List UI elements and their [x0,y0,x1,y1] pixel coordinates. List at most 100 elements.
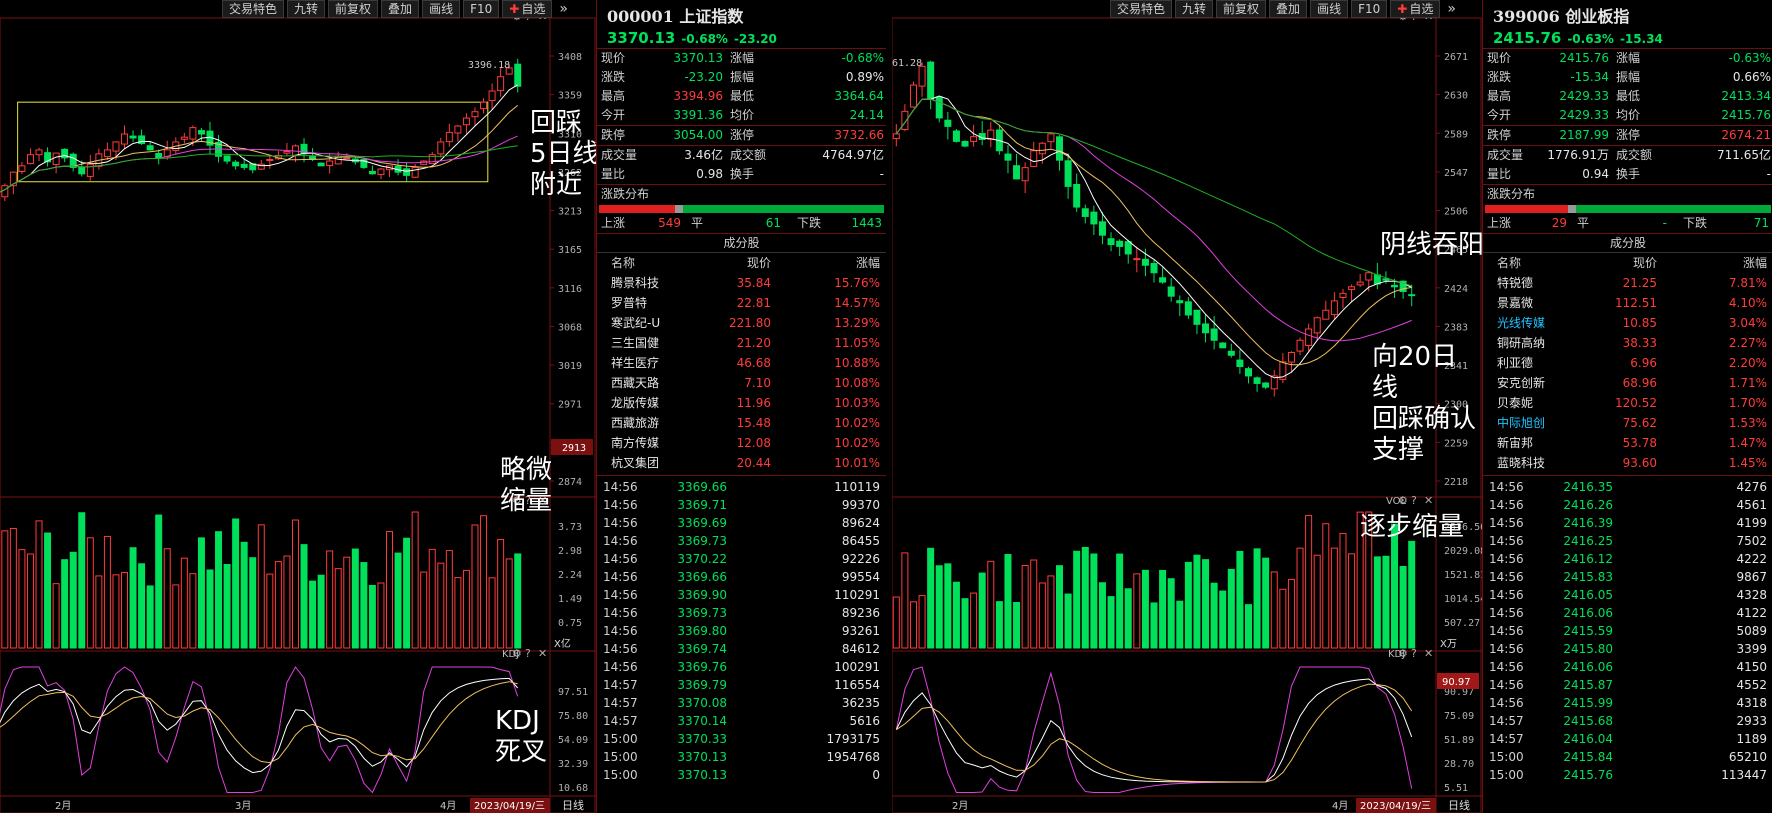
candle-body [1287,351,1295,363]
watchlist-button[interactable]: ✚ 自选 [1390,0,1441,18]
volume-bar [61,559,69,649]
volume-bar [1253,548,1261,649]
left-kline-chart[interactable]: ⚙?✕⚙?✕⚙?✕3408335933103262321331653116306… [0,0,596,813]
stock-name: 景嘉微 [1497,296,1534,310]
toolbar-btn-2[interactable]: 前复权 [328,0,379,18]
index-code: 000001 [607,7,674,26]
table-row[interactable]: 贝泰妮 120.52 1.70% [1483,393,1772,413]
stock-name: 祥生医疗 [611,356,660,370]
list-item: 14:56 3369.66 110119 [597,478,886,496]
candle-body [1408,294,1416,297]
table-row[interactable]: 南方传媒 12.08 10.02% [597,433,886,453]
volume-bar [1047,575,1055,649]
volume-bar [9,527,17,649]
tick-volume: 113447 [1721,768,1767,782]
table-row[interactable]: 铜研高纳 38.33 2.27% [1483,333,1772,353]
table-row[interactable]: 西藏旅游 15.48 10.02% [597,413,886,433]
table-row[interactable]: 杭叉集团 20.44 10.01% [597,453,886,473]
col-name[interactable]: 名称 [597,253,685,273]
volume-bar [918,595,926,649]
tick-time: 14:57 [1489,714,1524,728]
table-row[interactable]: 寒武纪-U 221.80 13.29% [597,313,886,333]
col-price[interactable]: 现价 [685,253,777,273]
close-icon[interactable]: ✕ [1424,647,1433,660]
col-price[interactable]: 现价 [1571,253,1663,273]
toolbar-btn-5[interactable]: F10 [1351,0,1388,18]
volume-bar [386,531,393,649]
candle-body [1133,258,1141,261]
col-name[interactable]: 名称 [1483,253,1571,273]
tick-volume: 4199 [1736,516,1767,530]
toolbar-btn-0[interactable]: 交易特色 [222,0,285,18]
volume-bar [1064,593,1072,649]
table-row[interactable]: 三生国健 21.20 11.05% [597,333,886,353]
table-row[interactable]: 腾景科技 35.84 15.76% [597,273,886,293]
col-change[interactable]: 涨幅 [777,253,886,273]
price-tick-label: 2424 [1444,284,1468,295]
price-tick-label: 3359 [558,91,582,102]
tick-time: 15:00 [603,732,638,746]
toolbar-btn-2[interactable]: 前复权 [1216,0,1267,18]
table-row[interactable]: 祥生医疗 46.68 10.88% [597,353,886,373]
table-row[interactable]: 特锐德 21.25 7.81% [1483,273,1772,293]
stock-name: 杭叉集团 [611,456,660,470]
quote-value: -0.63% [1728,51,1771,65]
close-icon[interactable]: ✕ [538,647,547,660]
table-row[interactable]: 罗普特 22.81 14.57% [597,293,886,313]
watchlist-button[interactable]: ✚ 自选 [502,0,553,18]
candle-body [129,135,137,139]
stock-change: 1.47% [1728,436,1767,450]
tick-time: 15:00 [1489,750,1524,764]
candle-body [317,162,325,167]
table-row[interactable]: 西藏天路 7.10 10.08% [597,373,886,393]
tick-time: 14:56 [603,642,638,656]
tick-volume: 116554 [834,678,880,692]
toolbar-btn-5[interactable]: F10 [463,0,500,18]
quote-value: 2429.33 [1559,108,1609,122]
volume-bar [274,561,282,649]
toolbar-btn-3[interactable]: 叠加 [1269,0,1308,18]
period-label[interactable]: 日线 [562,798,584,812]
table-row[interactable]: 安克创新 68.96 1.71% [1483,373,1772,393]
double-chevron-right-icon[interactable]: » [1443,1,1460,17]
volume-bar [86,537,94,649]
table-row[interactable]: 景嘉微 112.51 4.10% [1483,293,1772,313]
tick-time: 14:57 [603,714,638,728]
table-row[interactable]: 龙版传媒 11.96 10.03% [597,393,886,413]
table-row[interactable]: 蓝晓科技 93.60 1.45% [1483,453,1772,473]
toolbar-btn-1[interactable]: 九转 [1175,0,1214,18]
close-icon[interactable]: ✕ [1424,494,1433,507]
double-chevron-right-icon[interactable]: » [555,1,572,17]
right-tick-list[interactable]: 14:56 2416.35 4276 14:56 2416.26 4561 14… [1483,475,1772,784]
toolbar-btn-4[interactable]: 画线 [422,0,461,18]
period-label[interactable]: 日线 [1448,798,1470,812]
volume-bar [978,572,986,649]
stock-price: 221.80 [729,316,771,330]
volume-bar [240,541,248,649]
help-icon[interactable]: ? [1411,647,1417,660]
stock-name: 寒武纪-U [611,316,661,330]
index-name: 上证指数 [679,7,744,26]
price-tick-label: 2506 [1444,207,1468,218]
stock-change: 1.45% [1728,456,1767,470]
col-change[interactable]: 涨幅 [1663,253,1772,273]
table-row[interactable]: 光线传媒 10.85 3.04% [1483,313,1772,333]
toolbar-btn-0[interactable]: 交易特色 [1110,0,1173,18]
list-item: 15:00 2415.76 113447 [1483,766,1772,784]
toolbar-btn-4[interactable]: 画线 [1310,0,1349,18]
toolbar-btn-1[interactable]: 九转 [287,0,326,18]
table-row[interactable]: 新宙邦 53.78 1.47% [1483,433,1772,453]
list-item: 14:56 3369.74 84612 [597,640,886,658]
left-tick-list[interactable]: 14:56 3369.66 110119 14:56 3369.71 99370… [597,475,886,784]
tick-price: 3370.08 [677,696,727,710]
volume-bar [1081,546,1089,649]
candle-body [952,130,960,142]
tick-volume: 1793175 [826,732,880,746]
watch-label: 自选 [1409,2,1434,16]
help-icon[interactable]: ? [1411,494,1417,507]
help-icon[interactable]: ? [525,647,531,660]
volume-bar [1287,578,1295,649]
table-row[interactable]: 利亚德 6.96 2.20% [1483,353,1772,373]
table-row[interactable]: 中际旭创 75.62 1.53% [1483,413,1772,433]
toolbar-btn-3[interactable]: 叠加 [381,0,420,18]
